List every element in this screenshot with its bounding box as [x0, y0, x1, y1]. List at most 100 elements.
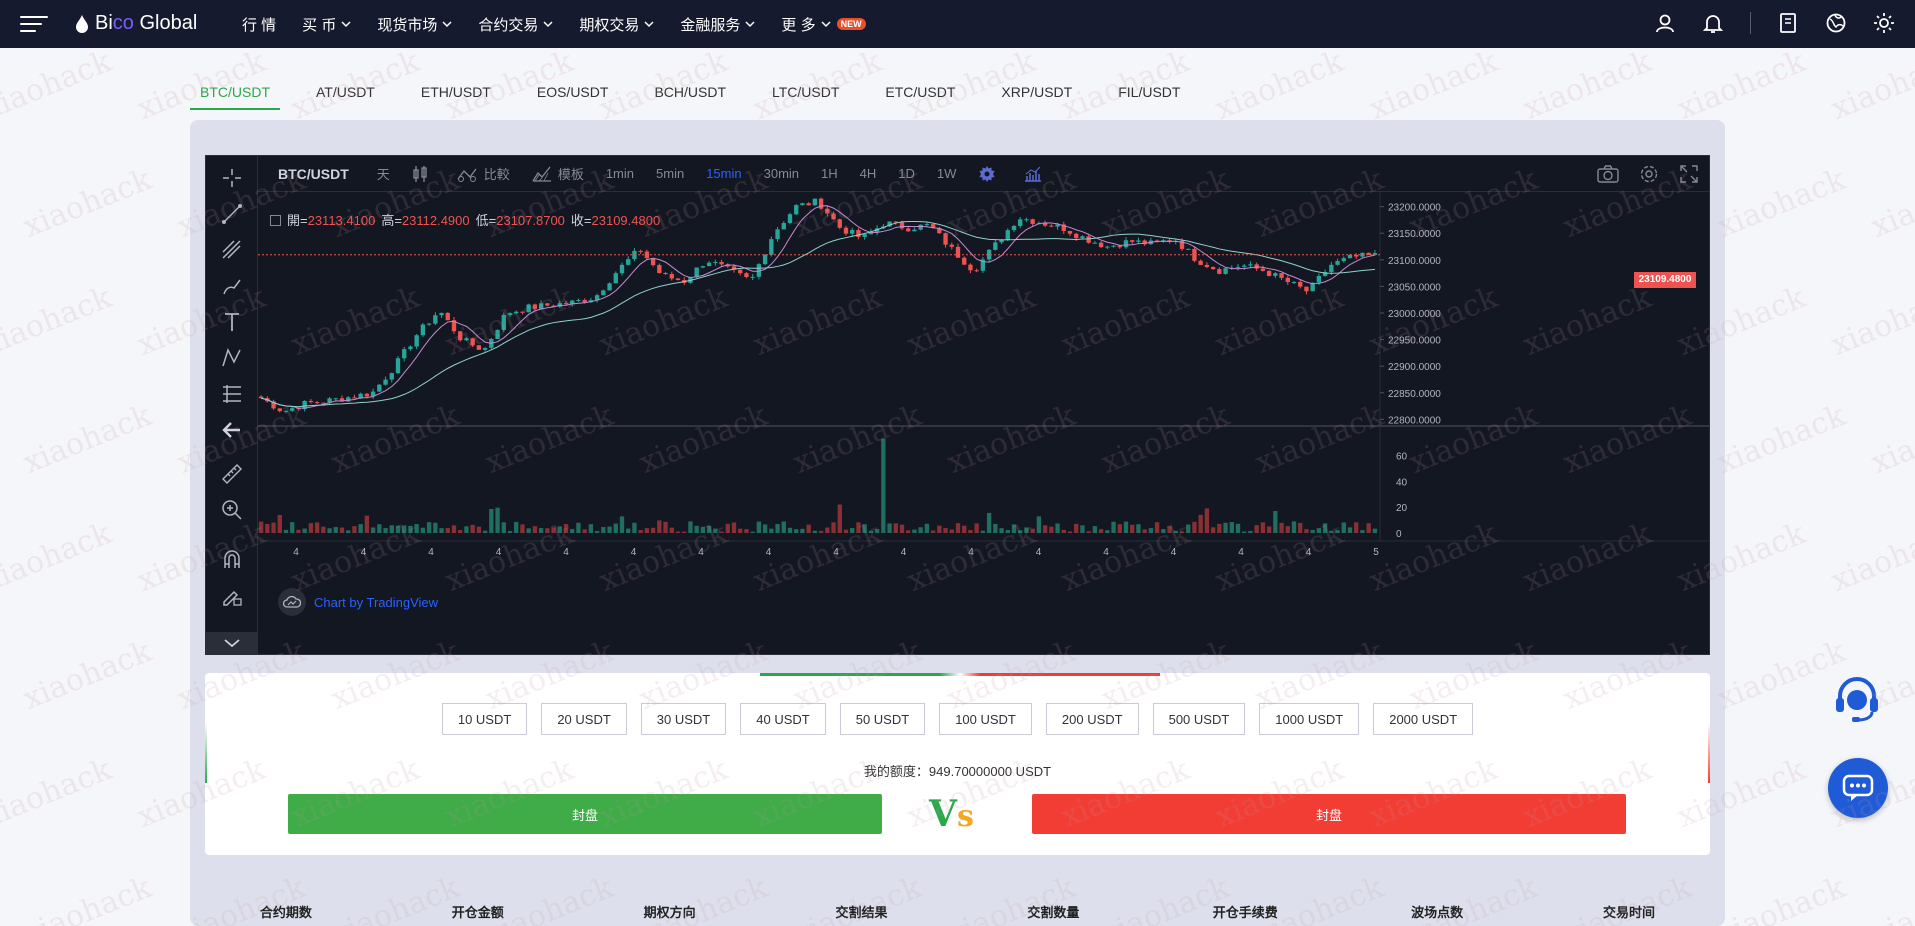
interval-option[interactable]: 4H: [860, 166, 877, 181]
pair-tab[interactable]: ETC/USDT: [875, 84, 965, 110]
tradingview-credit[interactable]: Chart by TradingView: [278, 588, 438, 616]
candle-body: [918, 224, 923, 230]
interval-option[interactable]: 30min: [764, 166, 799, 181]
day-selector[interactable]: 天: [377, 164, 390, 183]
pair-tab[interactable]: EOS/USDT: [527, 84, 619, 110]
candle-body: [277, 408, 282, 412]
candle-body: [650, 258, 656, 266]
ruler-icon[interactable]: [220, 462, 244, 486]
candle-body: [949, 244, 954, 247]
short-button[interactable]: 封盘: [1032, 794, 1626, 834]
volume-bar: [999, 528, 1004, 533]
settings-button[interactable]: [978, 165, 1002, 183]
document-icon[interactable]: [1777, 12, 1799, 34]
amount-option[interactable]: 500 USDT: [1152, 703, 1246, 735]
nav-item-label: 买 币: [302, 16, 337, 34]
interval-option[interactable]: 1W: [937, 166, 957, 181]
template-button[interactable]: 模板: [532, 164, 584, 183]
interval-option[interactable]: 5min: [656, 166, 684, 181]
volume-tick-label: 20: [1396, 503, 1408, 514]
nav-item-1[interactable]: 买 币: [302, 14, 351, 35]
globe-icon[interactable]: [1825, 12, 1847, 34]
volume-bar: [1372, 528, 1378, 533]
pair-tab[interactable]: BCH/USDT: [644, 84, 736, 110]
candle-body: [738, 269, 743, 274]
candle-body: [837, 219, 842, 228]
text-tool-icon[interactable]: [220, 310, 244, 334]
chat-button[interactable]: [1828, 758, 1888, 818]
volume-bar: [775, 523, 780, 533]
brush-icon[interactable]: [220, 274, 244, 298]
interval-option[interactable]: 1min: [606, 166, 634, 181]
magnet-icon[interactable]: [220, 548, 244, 572]
candle-body: [538, 303, 544, 309]
candle-body: [1341, 258, 1346, 262]
pair-tab[interactable]: XRP/USDT: [991, 84, 1082, 110]
logo[interactable]: Bi co Global: [75, 12, 197, 35]
bell-icon[interactable]: [1702, 12, 1724, 34]
fullscreen-icon[interactable]: [1679, 164, 1699, 184]
close-label: 收=: [570, 213, 592, 228]
volume-bar: [1304, 529, 1309, 533]
volume-bar: [688, 521, 693, 533]
amount-option[interactable]: 40 USDT: [740, 703, 826, 735]
nav-item-5[interactable]: 金融服务: [680, 14, 755, 35]
amount-option[interactable]: 100 USDT: [939, 703, 1032, 735]
legend-toggle-icon[interactable]: [270, 215, 281, 226]
nav-item-6[interactable]: 更 多 NEW: [781, 14, 866, 35]
lock-pencil-icon[interactable]: [220, 584, 244, 608]
candle-body: [1279, 273, 1284, 278]
price-chart[interactable]: 23200.0000 23150.0000 23100.0000 23050.0000…: [258, 192, 1709, 654]
interval-option[interactable]: 1D: [898, 166, 915, 181]
pattern-icon[interactable]: [220, 346, 244, 370]
camera-icon[interactable]: [1597, 164, 1619, 184]
sun-icon[interactable]: [1873, 12, 1895, 34]
channel-icon[interactable]: [220, 238, 244, 262]
pair-tab[interactable]: FIL/USDT: [1108, 84, 1190, 110]
nav-item-0[interactable]: 行 情: [242, 14, 276, 35]
price-tick-label: 22950.0000: [1388, 336, 1441, 347]
crosshair-icon[interactable]: [220, 166, 244, 190]
nav-item-2[interactable]: 现货市场: [377, 14, 452, 35]
time-tick-label: 4: [563, 547, 569, 558]
candle-body: [507, 313, 513, 315]
pair-tab[interactable]: AT/USDT: [306, 84, 385, 110]
volume-bar: [1360, 530, 1365, 533]
candle-body: [1347, 255, 1353, 259]
long-button[interactable]: 封盘: [288, 794, 882, 834]
amount-option[interactable]: 1000 USDT: [1259, 703, 1360, 735]
pair-tab[interactable]: ETH/USDT: [411, 84, 501, 110]
indicators-button[interactable]: [1024, 166, 1048, 182]
volume-bar: [669, 527, 674, 533]
gear-icon[interactable]: [1639, 164, 1659, 184]
menu-icon[interactable]: [20, 16, 48, 32]
amount-option[interactable]: 50 USDT: [839, 703, 926, 735]
candle-type-button[interactable]: [412, 165, 434, 183]
zoom-icon[interactable]: [220, 498, 244, 522]
nav-item-4[interactable]: 期权交易: [579, 14, 654, 35]
back-arrow-icon[interactable]: [220, 418, 244, 442]
toolbar-collapse-button[interactable]: [206, 632, 258, 654]
interval-option[interactable]: 1H: [821, 166, 838, 181]
amount-option[interactable]: 30 USDT: [640, 703, 727, 735]
pair-tab[interactable]: LTC/USDT: [762, 84, 849, 110]
amount-option[interactable]: 10 USDT: [441, 703, 528, 735]
amount-option[interactable]: 2000 USDT: [1373, 703, 1474, 735]
volume-bar: [638, 529, 643, 533]
pair-tab[interactable]: BTC/USDT: [190, 84, 280, 110]
trendline-icon[interactable]: [220, 202, 244, 226]
amount-option[interactable]: 20 USDT: [541, 703, 627, 735]
amount-option[interactable]: 200 USDT: [1045, 703, 1139, 735]
interval-option[interactable]: 15min: [706, 166, 741, 181]
user-icon[interactable]: [1654, 12, 1676, 34]
fib-icon[interactable]: [220, 382, 244, 406]
volume-bar: [570, 529, 575, 533]
logo-suffix: Global: [133, 12, 198, 34]
new-badge: NEW: [836, 18, 866, 30]
table-header-cell: 交割结果: [835, 905, 888, 920]
compare-button[interactable]: 比較: [456, 164, 510, 183]
volume-bar: [557, 526, 562, 533]
chart-symbol[interactable]: BTC/USDT: [278, 166, 349, 182]
customer-service-button[interactable]: [1832, 674, 1882, 724]
nav-item-3[interactable]: 合约交易: [478, 14, 553, 35]
